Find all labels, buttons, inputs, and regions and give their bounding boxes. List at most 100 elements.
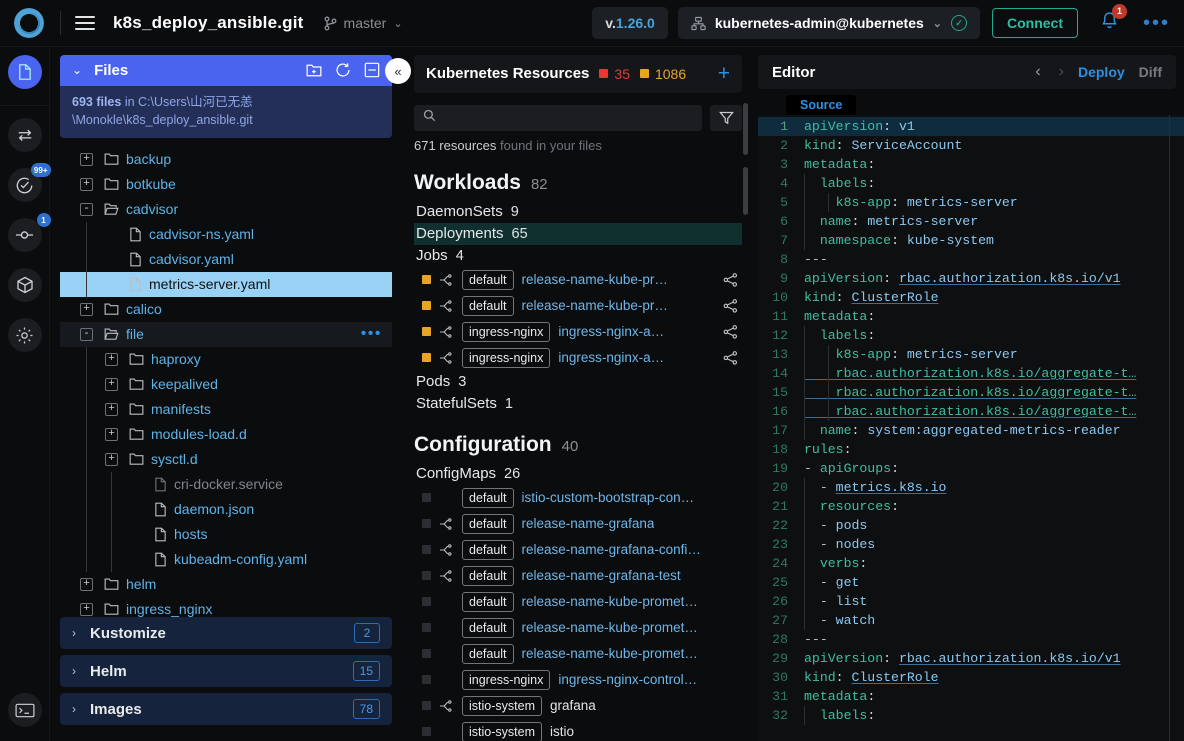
code-line[interactable]: 9 apiVersion: rbac.authorization.k8s.io/v… [758, 269, 1184, 288]
code-line[interactable]: 27 - watch [758, 611, 1184, 630]
code-line[interactable]: 30 kind: ClusterRole [758, 668, 1184, 687]
tree-folder-row[interactable]: + modules-load.d [60, 421, 392, 447]
accordion-images[interactable]: › Images 78 [60, 693, 392, 725]
code-line[interactable]: 21 resources: [758, 497, 1184, 516]
expand-icon[interactable]: + [80, 602, 93, 616]
notifications-button[interactable]: 1 [1100, 3, 1127, 36]
files-panel-header[interactable]: ⌄ Files [60, 55, 392, 86]
code-line[interactable]: 13 k8s-app: metrics-server [758, 345, 1184, 364]
expand-icon[interactable]: + [105, 427, 118, 441]
resource-row[interactable]: default release-name-grafana-confi… [414, 537, 742, 563]
tree-file-row[interactable]: cadvisor-ns.yaml [60, 221, 392, 247]
collapse-icon[interactable]: - [80, 202, 93, 216]
code-line[interactable]: 15 rbac.authorization.k8s.io/aggregate-t… [758, 383, 1184, 402]
tree-folder-row[interactable]: + helm [60, 572, 392, 597]
tree-file-row[interactable]: cri-docker.service [60, 471, 392, 497]
code-line[interactable]: 3 metadata: [758, 155, 1184, 174]
rail-item-git[interactable]: 1 [7, 213, 51, 252]
tree-file-row[interactable]: kubeadm-config.yaml [60, 546, 392, 572]
resource-share-icon[interactable] [723, 324, 742, 339]
connect-button[interactable]: Connect [991, 8, 1078, 38]
resource-row[interactable]: ingress-nginx ingress-nginx-a… [414, 319, 742, 345]
collapse-all-icon[interactable] [364, 62, 380, 78]
resource-row[interactable]: default istio-custom-bootstrap-con… [414, 485, 742, 511]
resources-search-box[interactable] [414, 104, 702, 131]
rail-item-compare[interactable] [7, 118, 42, 152]
tree-folder-row[interactable]: + sysctl.d [60, 446, 392, 472]
resource-kind-row[interactable]: Jobs 4 [414, 245, 742, 267]
code-line[interactable]: 14 rbac.authorization.k8s.io/aggregate-t… [758, 364, 1184, 383]
code-line[interactable]: 4 labels: [758, 174, 1184, 193]
expand-icon[interactable]: + [105, 352, 118, 366]
rail-item-settings[interactable] [7, 318, 42, 352]
new-folder-icon[interactable] [306, 63, 322, 78]
tree-folder-row[interactable]: + backup [60, 147, 392, 172]
overflow-menu-button[interactable]: ••• [1143, 13, 1170, 33]
resource-row[interactable]: default release-name-kube-pr… [414, 267, 742, 293]
deploy-button[interactable]: Deploy [1078, 64, 1125, 80]
diff-button[interactable]: Diff [1139, 64, 1162, 80]
code-line[interactable]: 1 apiVersion: v1 [758, 117, 1184, 136]
accordion-helm[interactable]: › Helm 15 [60, 655, 392, 687]
code-line[interactable]: 20 - metrics.k8s.io [758, 478, 1184, 497]
tree-folder-row[interactable]: + ingress_nginx [60, 597, 392, 617]
resource-row[interactable]: default release-name-grafana [414, 511, 742, 537]
resource-share-icon[interactable] [723, 272, 742, 287]
file-tree[interactable]: + backup + botkube - cadvisor cadvisor-ns.yaml… [60, 138, 392, 617]
code-line[interactable]: 26 - list [758, 592, 1184, 611]
resource-kind-row[interactable]: Deployments 65 [414, 222, 742, 245]
rail-item-validation[interactable]: 99+ [7, 163, 51, 202]
editor-prev-button[interactable]: ‹ [1035, 63, 1040, 81]
tree-file-row[interactable]: metrics-server.yaml [60, 271, 392, 297]
resource-kind-row[interactable]: StatefulSets 1 [414, 393, 742, 415]
code-line[interactable]: 12 labels: [758, 326, 1184, 345]
resources-scrollbar[interactable] [743, 103, 748, 741]
tree-folder-row[interactable]: + botkube [60, 172, 392, 197]
code-line[interactable]: 19 - apiGroups: [758, 459, 1184, 478]
code-line[interactable]: 7 namespace: kube-system [758, 231, 1184, 250]
code-line[interactable]: 5 k8s-app: metrics-server [758, 193, 1184, 212]
code-editor[interactable]: 1 apiVersion: v1 2 kind: ServiceAccount 3 met… [758, 115, 1184, 741]
resource-share-icon[interactable] [723, 298, 742, 313]
rail-item-terminal[interactable] [7, 693, 42, 727]
editor-next-button[interactable]: › [1059, 63, 1064, 81]
resource-row[interactable]: istio-system grafana [414, 693, 742, 719]
code-line[interactable]: 23 - nodes [758, 535, 1184, 554]
accordion-kustomize[interactable]: › Kustomize 2 [60, 617, 392, 649]
code-line[interactable]: 29 apiVersion: rbac.authorization.k8s.io/… [758, 649, 1184, 668]
add-resource-button[interactable]: + [718, 63, 730, 84]
code-line[interactable]: 25 - get [758, 573, 1184, 592]
resource-row[interactable]: default release-name-kube-promet… [414, 589, 742, 615]
hamburger-menu-icon[interactable] [75, 16, 95, 30]
filter-button[interactable] [710, 104, 742, 131]
tab-source[interactable]: Source [786, 95, 857, 115]
expand-icon[interactable]: + [105, 377, 118, 391]
resource-row[interactable]: default release-name-kube-pr… [414, 293, 742, 319]
code-line[interactable]: 22 - pods [758, 516, 1184, 535]
resource-row[interactable]: default release-name-grafana-test [414, 563, 742, 589]
expand-icon[interactable]: + [80, 577, 93, 591]
rail-item-files[interactable] [7, 55, 42, 89]
tree-folder-row[interactable]: + keepalived [60, 371, 392, 397]
tree-folder-row[interactable]: - cadvisor [60, 197, 392, 222]
code-line[interactable]: 28 --- [758, 630, 1184, 649]
error-count-chip[interactable]: 35 [599, 66, 630, 82]
code-line[interactable]: 8 --- [758, 250, 1184, 269]
collapse-icon[interactable]: - [80, 327, 93, 341]
code-line[interactable]: 18 rules: [758, 440, 1184, 459]
tree-file-row[interactable]: daemon.json [60, 496, 392, 522]
expand-icon[interactable]: + [80, 177, 93, 191]
code-line[interactable]: 32 labels: [758, 706, 1184, 725]
resource-kind-row[interactable]: ConfigMaps 26 [414, 463, 742, 485]
expand-icon[interactable]: + [80, 302, 93, 316]
resource-kind-row[interactable]: DaemonSets 9 [414, 201, 742, 223]
expand-icon[interactable]: + [105, 402, 118, 416]
resource-kind-row[interactable]: Pods 3 [414, 371, 742, 393]
tree-folder-row[interactable]: + calico [60, 297, 392, 322]
expand-icon[interactable]: + [105, 452, 118, 466]
tree-file-row[interactable]: cadvisor.yaml [60, 246, 392, 272]
cluster-selector[interactable]: kubernetes-admin@kubernetes ⌄ ✓ [677, 7, 980, 39]
tree-row-menu-button[interactable]: ••• [361, 326, 382, 342]
code-line[interactable]: 6 name: metrics-server [758, 212, 1184, 231]
resource-row[interactable]: default release-name-kube-promet… [414, 615, 742, 641]
